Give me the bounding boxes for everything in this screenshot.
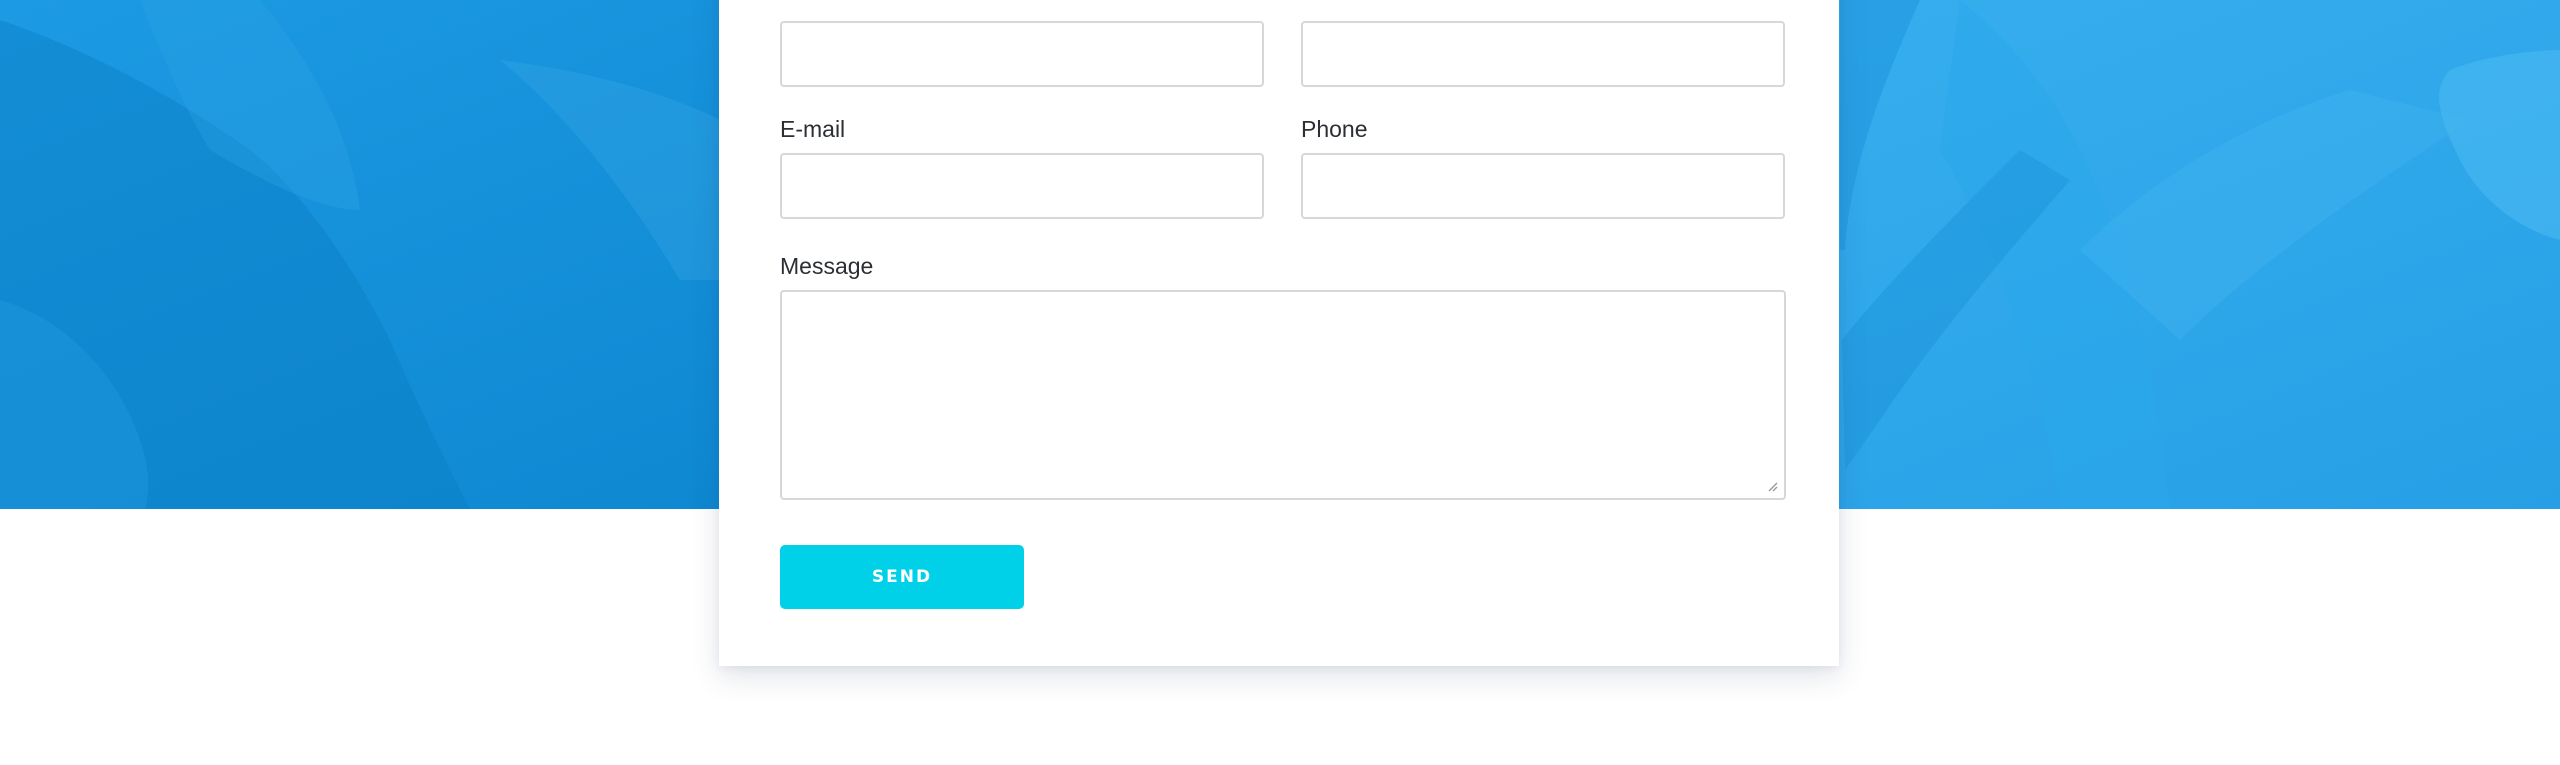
last-name-input[interactable] bbox=[1301, 21, 1785, 87]
message-label: Message bbox=[780, 253, 874, 279]
phone-label: Phone bbox=[1301, 116, 1368, 142]
resize-grip-icon[interactable] bbox=[1766, 480, 1778, 492]
phone-input[interactable] bbox=[1301, 153, 1785, 219]
email-input[interactable] bbox=[780, 153, 1264, 219]
page: E-mail Phone Message SEND bbox=[0, 0, 2560, 765]
message-textarea[interactable] bbox=[780, 290, 1786, 500]
send-button[interactable]: SEND bbox=[780, 545, 1024, 609]
contact-form-card: E-mail Phone Message SEND bbox=[719, 0, 1839, 666]
email-label: E-mail bbox=[780, 116, 846, 142]
first-name-input[interactable] bbox=[780, 21, 1264, 87]
